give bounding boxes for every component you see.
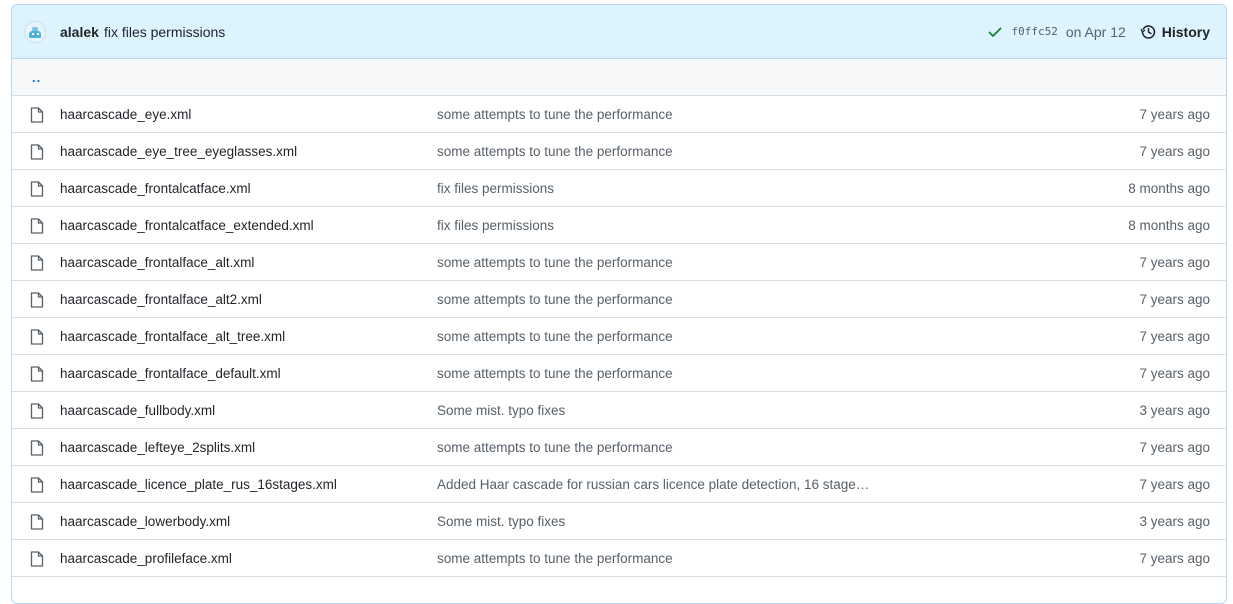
file-commit-age: 8 months ago: [1128, 217, 1210, 233]
file-commit-age: 7 years ago: [1139, 291, 1210, 307]
file-commit-age: 8 months ago: [1128, 180, 1210, 196]
latest-commit-bar: alalek fix files permissions f0ffc52 on …: [12, 5, 1226, 59]
file-row[interactable]: haarcascade_eye_tree_eyeglasses.xml some …: [12, 133, 1226, 170]
file-icon: [30, 329, 44, 345]
file-row[interactable]: haarcascade_profileface.xml some attempts…: [12, 540, 1226, 577]
file-commit-message-link[interactable]: some attempts to tune the performance: [437, 551, 673, 566]
parent-directory-link[interactable]: ..: [32, 70, 41, 85]
file-icon: [30, 477, 44, 493]
file-commit-age: 3 years ago: [1139, 513, 1210, 529]
file-name-link[interactable]: haarcascade_licence_plate_rus_16stages.x…: [60, 477, 337, 492]
file-commit-age: 7 years ago: [1139, 365, 1210, 381]
commit-author-link[interactable]: alalek: [60, 24, 99, 40]
file-row[interactable]: haarcascade_frontalcatface_extended.xml f…: [12, 207, 1226, 244]
parent-directory-row[interactable]: ..: [12, 59, 1226, 96]
file-icon: [30, 440, 44, 456]
file-commit-message-link[interactable]: some attempts to tune the performance: [437, 440, 673, 455]
file-icon: [30, 107, 44, 123]
avatar[interactable]: [24, 20, 46, 43]
file-browser: alalek fix files permissions f0ffc52 on …: [11, 4, 1227, 604]
check-icon[interactable]: [987, 24, 1003, 40]
file-icon: [30, 366, 44, 382]
file-commit-message-link[interactable]: some attempts to tune the performance: [437, 144, 673, 159]
file-row[interactable]: haarcascade_licence_plate_rus_16stages.x…: [12, 466, 1226, 503]
file-commit-age: 7 years ago: [1139, 106, 1210, 122]
file-name-link[interactable]: haarcascade_fullbody.xml: [60, 403, 215, 418]
file-commit-age: 7 years ago: [1139, 550, 1210, 566]
file-row[interactable]: haarcascade_lowerbody.xml Some mist. typo…: [12, 503, 1226, 540]
file-icon: [30, 403, 44, 419]
history-label: History: [1161, 23, 1210, 40]
history-button[interactable]: History: [1140, 24, 1210, 40]
file-icon: [30, 181, 44, 197]
file-row[interactable]: haarcascade_frontalface_alt_tree.xml some…: [12, 318, 1226, 355]
file-name-link[interactable]: haarcascade_frontalcatface_extended.xml: [60, 218, 314, 233]
file-name-link[interactable]: haarcascade_eye_tree_eyeglasses.xml: [60, 144, 297, 159]
file-icon: [30, 514, 44, 530]
file-row[interactable]: haarcascade_frontalface_alt.xml some atte…: [12, 244, 1226, 281]
file-commit-message-link[interactable]: Some mist. typo fixes: [437, 403, 565, 418]
file-name-link[interactable]: haarcascade_frontalface_alt.xml: [60, 255, 254, 270]
file-name-link[interactable]: haarcascade_frontalcatface.xml: [60, 181, 251, 196]
file-list: haarcascade_eye.xmlsome attempts to tune…: [12, 96, 1226, 577]
file-commit-message-link[interactable]: Some mist. typo fixes: [437, 514, 565, 529]
file-commit-message-link[interactable]: some attempts to tune the performance: [437, 329, 673, 344]
file-name-link[interactable]: haarcascade_eye.xml: [60, 107, 191, 122]
commit-message-link[interactable]: fix files permissions: [104, 24, 225, 40]
file-icon: [30, 144, 44, 160]
file-row[interactable]: haarcascade_fullbody.xml Some mist. typo …: [12, 392, 1226, 429]
commit-date: on Apr 12: [1065, 23, 1126, 40]
file-icon: [30, 255, 44, 271]
file-commit-age: 3 years ago: [1139, 402, 1210, 418]
file-commit-message-link[interactable]: fix files permissions: [437, 181, 554, 196]
file-row[interactable]: haarcascade_frontalcatface.xml fix files …: [12, 170, 1226, 207]
file-commit-age: 7 years ago: [1139, 439, 1210, 455]
file-commit-age: 7 years ago: [1139, 143, 1210, 159]
file-commit-message-link[interactable]: some attempts to tune the performance: [437, 366, 673, 381]
file-commit-message-link[interactable]: Added Haar cascade for russian cars lice…: [437, 477, 869, 492]
file-commit-message-link[interactable]: some attempts to tune the performance: [437, 255, 673, 270]
file-commit-message-link[interactable]: fix files permissions: [437, 218, 554, 233]
file-commit-message-link[interactable]: some attempts to tune the performance: [437, 107, 673, 122]
file-row[interactable]: haarcascade_eye.xml some attempts to tune…: [12, 96, 1226, 133]
history-icon: [1140, 24, 1156, 39]
file-name-link[interactable]: haarcascade_lefteye_2splits.xml: [60, 440, 255, 455]
file-name-link[interactable]: haarcascade_frontalface_alt2.xml: [60, 292, 262, 307]
file-icon: [30, 551, 44, 567]
file-commit-age: 7 years ago: [1139, 476, 1210, 492]
file-row[interactable]: haarcascade_lefteye_2splits.xml some atte…: [12, 429, 1226, 466]
file-name-link[interactable]: haarcascade_lowerbody.xml: [60, 514, 230, 529]
file-commit-age: 7 years ago: [1139, 254, 1210, 270]
file-icon: [30, 292, 44, 308]
file-name-link[interactable]: haarcascade_frontalface_alt_tree.xml: [60, 329, 285, 344]
file-commit-message-link[interactable]: some attempts to tune the performance: [437, 292, 673, 307]
file-row[interactable]: haarcascade_frontalface_default.xml some …: [12, 355, 1226, 392]
file-icon: [30, 218, 44, 234]
commit-sha-link[interactable]: f0ffc52: [1011, 25, 1057, 38]
file-name-link[interactable]: haarcascade_frontalface_default.xml: [60, 366, 281, 381]
file-row[interactable]: haarcascade_frontalface_alt2.xml some att…: [12, 281, 1226, 318]
file-commit-age: 7 years ago: [1139, 328, 1210, 344]
file-name-link[interactable]: haarcascade_profileface.xml: [60, 551, 232, 566]
